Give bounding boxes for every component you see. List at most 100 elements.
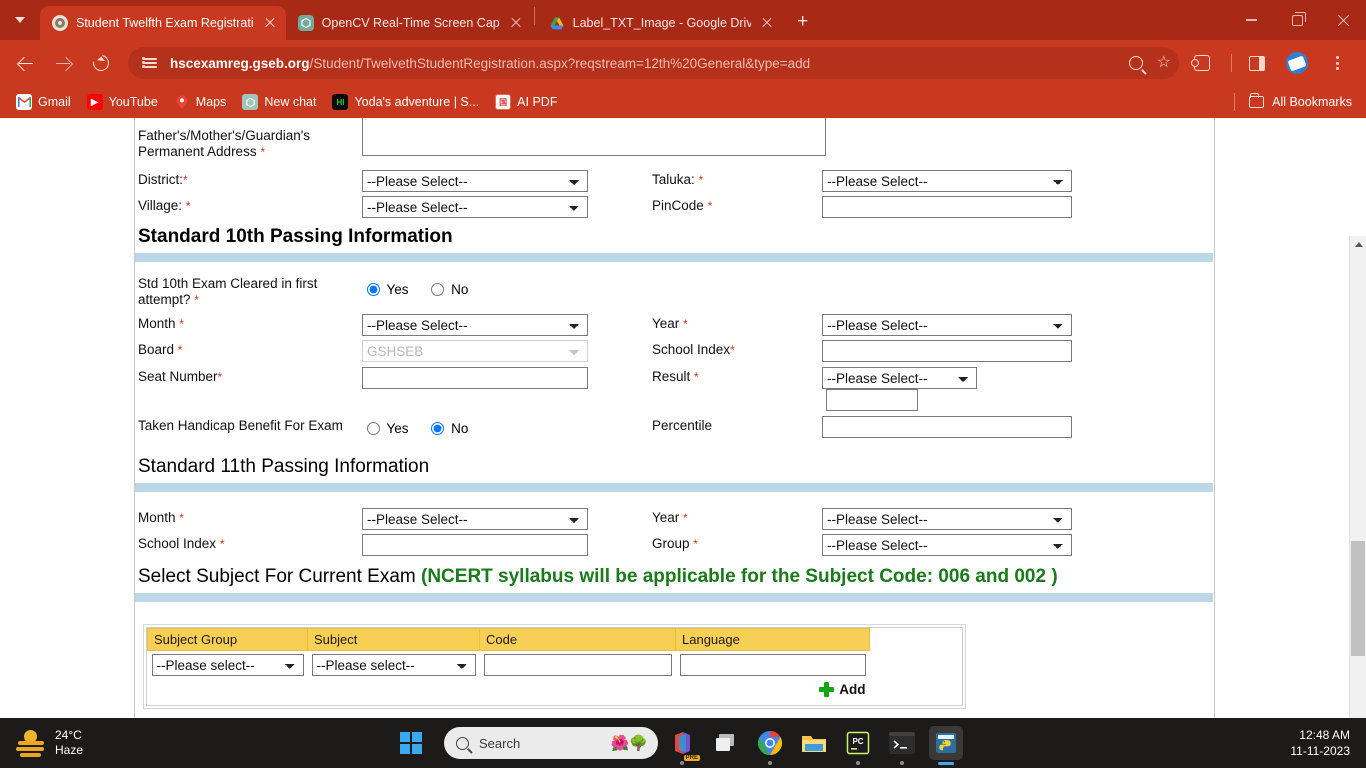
browser-tab-1[interactable]: Student Twelfth Exam Registrati [40,6,286,40]
terminal-icon[interactable] [885,726,919,765]
avatar [1286,52,1308,74]
district-label: District:* [138,172,188,187]
radio-handicap-no[interactable]: No [426,421,468,436]
window-close-button[interactable] [1320,0,1366,40]
std10-month-label: Month * [138,316,184,331]
tab-title: OpenCV Real-Time Screen Capt [321,16,500,30]
all-bookmarks-button[interactable]: All Bookmarks [1228,93,1358,111]
bookmark-youtube[interactable]: ▶ YouTube [79,91,166,113]
std10-result-select[interactable]: --Please Select-- [822,367,977,389]
bookmark-ai-pdf[interactable]: 国 AI PDF [487,91,565,113]
weather-condition: Haze [55,743,84,757]
field-row-std10-seat-result: Seat Number* Result * --Please Select-- [138,367,1214,411]
folder-icon [1249,93,1265,108]
std10-percentile-input[interactable] [822,416,1072,438]
address-bar[interactable]: hscexamreg.gseb.org /Student/TwelvethStu… [128,47,1179,79]
maximize-button[interactable] [1274,0,1320,40]
std10-school-index-label: School Index* [652,342,735,357]
std11-year-select[interactable]: --Please Select-- [822,508,1072,530]
cell-subject: --Please select-- [308,651,480,680]
forward-button[interactable] [46,46,80,80]
std10-month-field: --Please Select-- [362,314,652,336]
bookmark-star-icon[interactable]: ☆ [1157,55,1171,71]
gseb-icon [52,15,68,31]
subject-group-select[interactable]: --Please select-- [151,654,304,676]
pre-badge: PRE [683,755,700,761]
clock-time: 12:48 AM [1299,728,1350,742]
pycharm-icon[interactable]: PC [841,726,875,765]
close-icon[interactable] [759,15,775,31]
page-scrollbar[interactable] [1349,236,1366,718]
village-select[interactable]: --Please Select-- [362,196,588,218]
new-tab-button[interactable]: + [789,8,817,36]
section-divider-bar [135,483,1213,492]
start-button[interactable] [400,732,422,754]
taskbar-clock[interactable]: 12:48 AM 11-11-2023 [1290,727,1350,759]
std11-school-index-input[interactable] [362,534,588,556]
pincode-label: PinCode * [652,198,713,213]
pincode-input[interactable] [822,196,1072,218]
field-row-permanent-address: Father's/Mother's/Guardian's Permanent A… [138,118,1214,161]
file-explorer-icon[interactable] [797,726,831,760]
bookmark-gmail[interactable]: Gmail [8,91,79,113]
std10-seat-number-input[interactable] [362,367,588,389]
std10-result-extra-input[interactable] [826,389,918,411]
scroll-up-button[interactable] [1350,236,1366,253]
district-select[interactable]: --Please Select-- [362,170,588,192]
radio-input-no[interactable] [431,422,445,435]
radio-input-yes[interactable] [367,283,380,296]
std11-month-select[interactable]: --Please Select-- [362,508,588,530]
zoom-icon[interactable] [1128,56,1143,70]
subject-table-inner: Subject Group Subject Code Language --Pl… [146,627,963,706]
column-header-subject: Subject [307,628,480,651]
extensions-button[interactable] [1185,46,1219,80]
python-app-icon[interactable] [929,726,963,765]
task-view-icon[interactable] [709,726,743,760]
close-icon[interactable] [262,15,278,31]
std10-year-select[interactable]: --Please Select-- [822,314,1072,336]
std11-school-index-field [362,534,652,556]
radio-handicap-yes[interactable]: Yes [362,421,412,436]
minimize-button[interactable] [1228,0,1274,40]
subject-table-header-row: Subject Group Subject Code Language [147,628,962,651]
back-button[interactable] [8,46,42,80]
required-marker: * [683,511,688,525]
scrollbar-thumb[interactable] [1351,541,1365,656]
std10-school-index-input[interactable] [822,340,1072,362]
running-indicator [680,761,684,765]
field-row-std11-schoolindex-group: School Index * Group * --Please Select-- [138,534,1214,556]
radio-input-no[interactable] [431,283,445,296]
std11-group-select[interactable]: --Please Select-- [822,534,1072,556]
taskbar-center: Search 🌺🌳 [400,727,658,759]
radio-input-yes[interactable] [367,422,380,435]
bookmark-yodas-adventure[interactable]: HI Yoda's adventure | S... [324,91,487,113]
chrome-menu-button[interactable] [1320,46,1354,80]
subject-select[interactable]: --Please select-- [311,654,476,676]
radio-cleared-no[interactable]: No [426,282,468,297]
code-input[interactable] [483,654,672,676]
tab-search-dropdown-button[interactable] [0,0,40,40]
microsoft-365-icon[interactable]: PRE [665,726,700,765]
taskbar-search[interactable]: Search 🌺🌳 [444,727,658,759]
taskbar-weather-widget[interactable]: 24°C Haze [0,728,83,758]
taluka-label: Taluka: * [652,172,704,187]
std10-month-select[interactable]: --Please Select-- [362,314,588,336]
section-heading-std11: Standard 11th Passing Information [138,456,430,477]
browser-tab-3[interactable]: Label_TXT_Image - Google Driv [537,6,783,40]
side-panel-button[interactable] [1240,46,1274,80]
radio-cleared-yes[interactable]: Yes [362,282,412,297]
language-input[interactable] [679,654,866,676]
profile-button[interactable] [1280,46,1314,80]
bookmark-maps[interactable]: Maps [166,91,235,113]
chrome-icon[interactable] [753,726,787,765]
browser-tab-2[interactable]: OpenCV Real-Time Screen Capt [286,6,532,40]
bookmark-new-chat[interactable]: New chat [234,91,324,113]
maps-icon [174,94,190,110]
close-icon[interactable] [508,15,524,31]
add-subject-button[interactable]: Add [819,682,866,697]
site-settings-icon[interactable] [142,54,160,72]
permanent-address-textarea[interactable] [362,118,826,156]
taluka-select[interactable]: --Please Select-- [822,170,1072,192]
reload-button[interactable] [84,46,118,80]
side-panel-icon [1249,55,1265,71]
